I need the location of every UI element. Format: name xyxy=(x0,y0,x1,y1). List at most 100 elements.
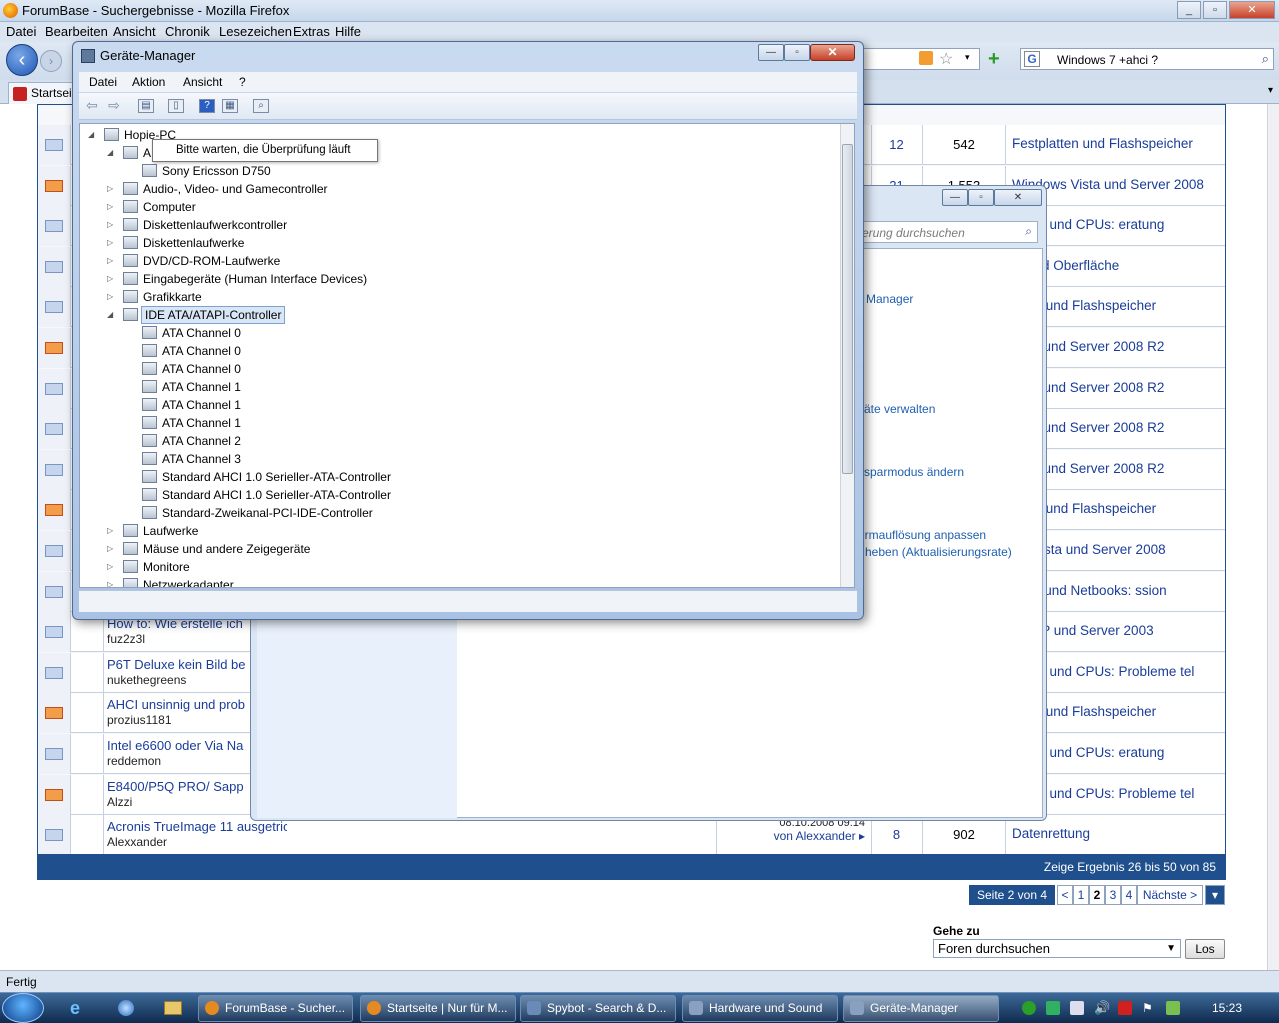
thread-author[interactable]: nukethegreens xyxy=(107,673,186,687)
scan-hardware-icon[interactable]: ⌕ xyxy=(253,99,269,113)
expand-icon[interactable]: ▷ xyxy=(107,581,115,588)
thread-author[interactable]: Alexxander xyxy=(107,835,167,849)
collapse-icon[interactable]: ◢ xyxy=(88,131,96,139)
start-button[interactable] xyxy=(2,993,44,1023)
menu-lesezeichen[interactable]: Lesezeichen xyxy=(219,24,292,39)
taskbar-item-device-manager[interactable]: Geräte-Manager xyxy=(843,995,999,1022)
properties-view-icon[interactable]: ▤ xyxy=(138,99,154,113)
pager-next[interactable]: Nächste > xyxy=(1137,885,1203,905)
pager-page-4[interactable]: 4 xyxy=(1121,885,1137,905)
expand-icon[interactable]: ▷ xyxy=(107,185,115,193)
menu-datei[interactable]: Datei xyxy=(6,24,36,39)
expand-icon[interactable]: ▷ xyxy=(107,239,115,247)
reply-count[interactable]: 8 xyxy=(871,815,921,856)
expand-icon[interactable]: ▷ xyxy=(107,203,115,211)
cp-minimize-button[interactable]: — xyxy=(942,189,968,206)
add-icon[interactable]: + xyxy=(988,49,1008,70)
menu-bearbeiten[interactable]: Bearbeiten xyxy=(45,24,108,39)
chevron-down-icon[interactable]: ▾ xyxy=(965,52,970,63)
scrollbar-thumb[interactable] xyxy=(842,144,853,474)
google-icon[interactable]: G xyxy=(1024,51,1040,67)
expand-icon[interactable]: ▷ xyxy=(107,527,115,535)
maximize-button[interactable]: ▫ xyxy=(1203,1,1227,19)
dm-menu-help[interactable]: ? xyxy=(239,75,246,89)
last-post-cell: 08.10.2008 09:14 von Alexxander ▸ xyxy=(716,815,871,856)
forward-arrow-icon[interactable]: ⇨ xyxy=(106,98,122,113)
goto-button[interactable]: Los xyxy=(1185,939,1225,959)
taskbar-item-spybot[interactable]: Spybot - Search & D... xyxy=(520,995,676,1022)
dm-minimize-button[interactable]: — xyxy=(758,44,784,61)
back-button[interactable]: ‹ xyxy=(6,44,38,76)
cp-link-devices[interactable]: räte verwalten xyxy=(860,402,935,416)
menu-ansicht[interactable]: Ansicht xyxy=(113,24,156,39)
media-icon[interactable] xyxy=(118,1000,134,1016)
search-icon[interactable]: ⌕ xyxy=(1025,224,1032,239)
dm-menu-datei[interactable]: Datei xyxy=(89,75,117,89)
thread-author[interactable]: reddemon xyxy=(107,754,161,768)
expand-icon[interactable]: ▷ xyxy=(107,275,115,283)
device-tree-scrollbar[interactable] xyxy=(840,124,854,587)
minimize-button[interactable]: _ xyxy=(1177,1,1201,19)
dm-close-button[interactable]: ✕ xyxy=(810,44,855,61)
forward-button[interactable]: › xyxy=(40,50,62,72)
bookmark-star-icon[interactable]: ☆ xyxy=(939,49,953,69)
reply-count[interactable]: 12 xyxy=(871,125,921,165)
forum-name-link[interactable]: Datenrettung xyxy=(1012,815,1222,853)
pager-page-3[interactable]: 3 xyxy=(1105,885,1121,905)
volume-icon[interactable]: 🔊 xyxy=(1094,1001,1110,1015)
cp-close-button[interactable]: ✕ xyxy=(994,189,1042,206)
cp-link-refresh[interactable]: heben (Aktualisierungsrate) xyxy=(865,545,1012,559)
grid-icon[interactable]: ▦ xyxy=(222,99,238,113)
goto-select[interactable]: Foren durchsuchen ▼ xyxy=(933,939,1181,958)
url-bar[interactable]: ☆ ▾ xyxy=(860,48,980,70)
rss-icon[interactable] xyxy=(919,51,933,65)
thread-title-link[interactable]: Acronis TrueImage 11 ausgetrickst? xyxy=(107,819,287,834)
expand-icon[interactable]: ▷ xyxy=(107,563,115,571)
expand-icon[interactable]: ▷ xyxy=(107,221,115,229)
cp-link-resolution[interactable]: irmauflösung anpassen xyxy=(862,528,986,542)
expand-icon[interactable]: ▷ xyxy=(107,545,115,553)
expand-icon[interactable]: ▷ xyxy=(107,257,115,265)
menu-hilfe[interactable]: Hilfe xyxy=(335,24,361,39)
pager-menu-icon[interactable]: ▾ xyxy=(1205,885,1225,905)
network-icon[interactable] xyxy=(1070,1001,1084,1015)
thread-author[interactable]: Alzzi xyxy=(107,795,132,809)
flag-icon[interactable]: ⚑ xyxy=(1142,1001,1156,1015)
close-button[interactable]: ✕ xyxy=(1229,1,1275,19)
taskbar-item-forumbase[interactable]: ForumBase - Sucher... xyxy=(198,995,353,1022)
ie-icon[interactable]: e xyxy=(70,998,80,1019)
cp-link-manager[interactable]: Manager xyxy=(866,292,913,306)
thread-author[interactable]: prozius1181 xyxy=(107,713,172,727)
tab-startseite[interactable]: Startsei xyxy=(8,82,78,104)
cp-maximize-button[interactable]: ▫ xyxy=(968,189,994,206)
help-icon[interactable]: ? xyxy=(199,99,215,113)
search-input[interactable]: G Windows 7 +ahci ? ⌕ xyxy=(1020,48,1274,70)
tray-icon-7[interactable] xyxy=(1166,1001,1180,1015)
last-post-by[interactable]: von Alexxander ▸ xyxy=(717,829,865,843)
pager-page-1[interactable]: 1 xyxy=(1073,885,1089,905)
thread-author[interactable]: fuz2z3l xyxy=(107,632,145,646)
collapse-icon[interactable]: ◢ xyxy=(107,149,115,157)
collapse-icon[interactable]: ◢ xyxy=(107,311,115,319)
tab-list-icon[interactable]: ▾ xyxy=(1268,85,1273,96)
explorer-icon[interactable] xyxy=(164,1001,182,1015)
back-arrow-icon[interactable]: ⇦ xyxy=(84,98,100,113)
ati-icon[interactable] xyxy=(1118,1001,1132,1015)
cp-search-input[interactable]: erung durchsuchen ⌕ xyxy=(855,221,1038,243)
page-icon[interactable]: ▯ xyxy=(168,99,184,113)
taskbar-item-startseite[interactable]: Startseite | Nur für M... xyxy=(360,995,516,1022)
tray-icon-2[interactable] xyxy=(1046,1001,1060,1015)
forum-name-link[interactable]: Festplatten und Flashspeicher xyxy=(1012,125,1222,163)
tray-icon-1[interactable] xyxy=(1022,1001,1036,1015)
search-icon[interactable]: ⌕ xyxy=(1262,51,1269,67)
dm-maximize-button[interactable]: ▫ xyxy=(784,44,810,61)
taskbar-item-hardware[interactable]: Hardware und Sound xyxy=(682,995,838,1022)
menu-chronik[interactable]: Chronik xyxy=(165,24,210,39)
menu-extras[interactable]: Extras xyxy=(293,24,330,39)
dm-menu-aktion[interactable]: Aktion xyxy=(132,75,165,89)
pager-prev[interactable]: < xyxy=(1057,885,1073,905)
page-scrollbar[interactable] xyxy=(1267,104,1279,970)
dm-menu-ansicht[interactable]: Ansicht xyxy=(183,75,222,89)
cp-link-power[interactable]: sparmodus ändern xyxy=(864,465,964,479)
expand-icon[interactable]: ▷ xyxy=(107,293,115,301)
